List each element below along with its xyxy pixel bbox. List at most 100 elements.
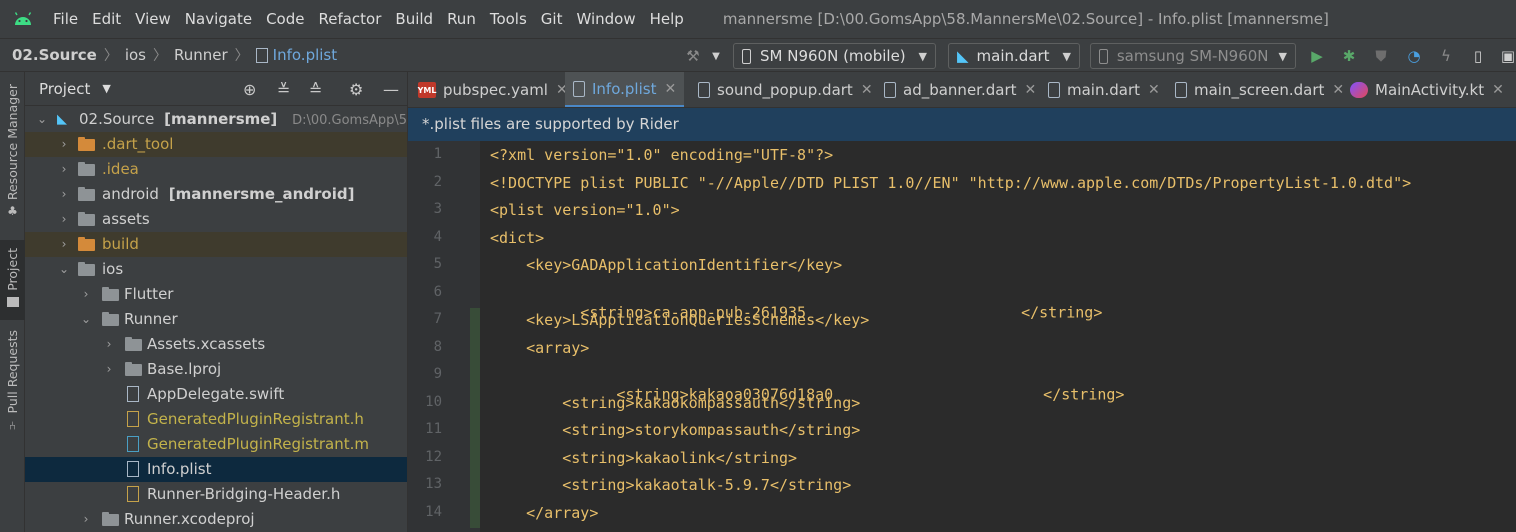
tab-info-plist[interactable]: Info.plist ✕ xyxy=(565,72,685,107)
project-view-title[interactable]: Project xyxy=(39,80,90,98)
line-number: 9 xyxy=(433,366,442,382)
tree-row[interactable]: Runner-Bridging-Header.h xyxy=(25,482,407,507)
chevron-right-icon[interactable]: › xyxy=(102,332,116,357)
run-config-selector[interactable]: ◣ main.dart ▼ xyxy=(948,43,1080,69)
chevron-right-icon[interactable]: › xyxy=(102,357,116,382)
code-area[interactable]: <?xml version="1.0" encoding="UTF-8"?> <… xyxy=(480,141,1516,532)
breadcrumb-item[interactable]: Info.plist xyxy=(273,46,337,64)
tree-row[interactable]: GeneratedPluginRegistrant.h xyxy=(25,407,407,432)
tree-row[interactable]: AppDelegate.swift xyxy=(25,382,407,407)
device-selector[interactable]: SM N960N (mobile) ▼ xyxy=(733,43,936,69)
chevron-right-icon[interactable]: › xyxy=(57,207,71,232)
tree-row[interactable]: ⌄ ios xyxy=(25,257,407,282)
tree-row[interactable]: › android [mannersme_android] xyxy=(25,182,407,207)
tree-row[interactable]: › Assets.xcassets xyxy=(25,332,407,357)
line-number: 4 xyxy=(433,228,442,245)
menu-file[interactable]: File xyxy=(46,0,85,38)
close-icon[interactable]: ✕ xyxy=(1332,82,1344,98)
tab-mainactivity-kt[interactable]: MainActivity.kt ✕ xyxy=(1350,72,1504,107)
code-line: <?xml version="1.0" encoding="UTF-8"?> xyxy=(490,146,834,164)
chevron-right-icon[interactable]: › xyxy=(79,282,93,307)
menu-tools[interactable]: Tools xyxy=(483,0,534,38)
chevron-right-icon[interactable]: › xyxy=(57,232,71,257)
locate-target-icon[interactable]: ⊕ xyxy=(243,80,256,99)
target-device-selector[interactable]: samsung SM-N960N ▼ xyxy=(1090,43,1296,69)
tool-tab-pull-requests[interactable]: Pull Requests ⑃ xyxy=(0,330,25,450)
chevron-down-icon[interactable]: ▼ xyxy=(102,82,110,95)
tab-pubspec-yaml[interactable]: YML pubspec.yaml ✕ xyxy=(418,72,568,107)
tree-row[interactable]: GeneratedPluginRegistrant.m xyxy=(25,432,407,457)
chevron-right-icon[interactable]: › xyxy=(79,507,93,532)
android-logo-icon[interactable] xyxy=(0,0,46,38)
tree-row-label: AppDelegate.swift xyxy=(147,385,285,403)
tree-row[interactable]: › build xyxy=(25,232,407,257)
tree-row-label: Assets.xcassets xyxy=(147,335,266,353)
close-icon[interactable]: ✕ xyxy=(1025,82,1037,98)
chevron-down-icon[interactable]: ⌄ xyxy=(79,307,93,332)
menu-window[interactable]: Window xyxy=(569,0,642,38)
vcs-hammer-icon[interactable]: ⚒ xyxy=(683,47,703,65)
tree-row[interactable]: ⌄ Runner xyxy=(25,307,407,332)
menu-run[interactable]: Run xyxy=(440,0,483,38)
menu-navigate[interactable]: Navigate xyxy=(178,0,259,38)
chevron-down-icon[interactable]: ⌄ xyxy=(57,257,71,282)
code-editor[interactable]: 1 2 3 4 5 6 7 8 9 10 11 12 13 14 <?xml v… xyxy=(408,141,1516,532)
close-icon[interactable]: ✕ xyxy=(664,81,676,97)
tree-row[interactable]: ⌄ ◣ 02.Source [mannersme] D:\00.GomsApp\… xyxy=(25,107,407,132)
tab-main-dart[interactable]: main.dart ✕ xyxy=(1048,72,1160,107)
breadcrumb-item[interactable]: Runner xyxy=(174,46,228,64)
minimize-icon[interactable]: — xyxy=(383,80,399,99)
run-icon[interactable]: ▶ xyxy=(1307,47,1327,65)
tree-row[interactable]: › .dart_tool xyxy=(25,132,407,157)
tree-row[interactable]: › Flutter xyxy=(25,282,407,307)
chevron-right-icon[interactable]: › xyxy=(57,182,71,207)
tree-label-text: android xyxy=(102,185,159,203)
profiler-gauge-icon[interactable]: ◔ xyxy=(1404,47,1424,65)
resource-manager-icon: ♣ xyxy=(7,204,18,219)
expand-all-icon[interactable]: ≚ xyxy=(277,80,290,99)
debug-bug-icon[interactable]: ✱ xyxy=(1339,47,1359,65)
menu-code[interactable]: Code xyxy=(259,0,311,38)
sdk-manager-icon[interactable]: ▣ xyxy=(1498,47,1516,65)
chevron-down-icon[interactable]: ⌄ xyxy=(35,107,49,132)
settings-folder-icon xyxy=(78,162,95,176)
tree-row[interactable]: › .idea xyxy=(25,157,407,182)
tab-ad-banner-dart[interactable]: ad_banner.dart ✕ xyxy=(884,72,1037,107)
menu-build[interactable]: Build xyxy=(388,0,440,38)
tab-label: main.dart xyxy=(1067,81,1141,99)
tab-label: main_screen.dart xyxy=(1194,81,1325,99)
tree-row[interactable]: › Base.lproj xyxy=(25,357,407,382)
tool-window-strip: Resource Manager ♣ Project Pull Requests… xyxy=(0,72,25,532)
breadcrumb-item[interactable]: 02.Source xyxy=(12,46,97,64)
collapse-all-icon[interactable]: ≙ xyxy=(309,80,322,99)
vcs-change-marker[interactable] xyxy=(470,308,480,528)
menu-help[interactable]: Help xyxy=(643,0,691,38)
gear-icon[interactable]: ⚙ xyxy=(349,80,363,99)
coverage-icon[interactable]: ⛊ xyxy=(1371,47,1391,65)
device-manager-icon[interactable]: ▯ xyxy=(1468,47,1488,65)
tree-row[interactable]: › assets xyxy=(25,207,407,232)
tree-row[interactable]: Info.plist xyxy=(25,457,407,482)
chevron-right-icon[interactable]: › xyxy=(57,157,71,182)
tool-tab-project[interactable]: Project xyxy=(0,240,25,320)
tab-sound-popup-dart[interactable]: sound_popup.dart ✕ xyxy=(698,72,873,107)
breadcrumb: 02.Source 〉 ios 〉 Runner 〉 Info.plist xyxy=(0,45,337,65)
close-icon[interactable]: ✕ xyxy=(1148,82,1160,98)
chevron-right-icon[interactable]: › xyxy=(57,132,71,157)
tree-row-label: 02.Source [mannersme] D:\00.GomsApp\58.M… xyxy=(79,107,407,133)
close-icon[interactable]: ✕ xyxy=(1492,82,1504,98)
chevron-down-icon[interactable]: ▼ xyxy=(706,47,726,65)
menu-view[interactable]: View xyxy=(128,0,178,38)
code-text: </string> xyxy=(1043,385,1125,404)
tab-main-screen-dart[interactable]: main_screen.dart ✕ xyxy=(1175,72,1344,107)
close-icon[interactable]: ✕ xyxy=(861,82,873,98)
tool-tab-resource-manager[interactable]: Resource Manager ♣ xyxy=(0,84,25,234)
menu-refactor[interactable]: Refactor xyxy=(311,0,388,38)
dart-file-icon xyxy=(1175,82,1187,98)
menu-git[interactable]: Git xyxy=(534,0,570,38)
line-number: 5 xyxy=(433,256,442,272)
tree-row[interactable]: › Runner.xcodeproj xyxy=(25,507,407,532)
breadcrumb-item[interactable]: ios xyxy=(125,46,146,64)
menu-edit[interactable]: Edit xyxy=(85,0,128,38)
apply-changes-icon[interactable]: ϟ xyxy=(1436,47,1456,65)
